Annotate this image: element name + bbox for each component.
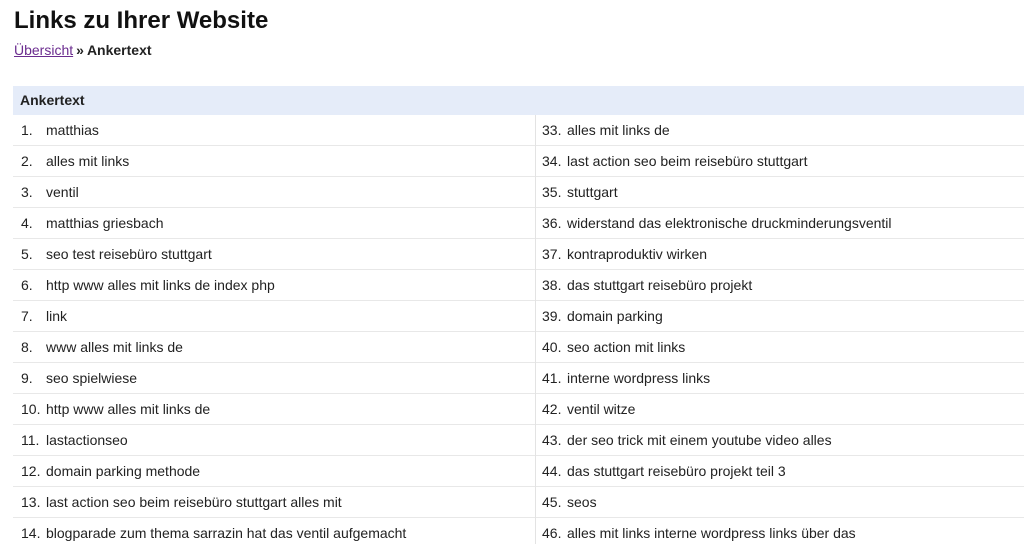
list-item: 3. ventil <box>13 177 535 208</box>
list-item: 35. stuttgart <box>536 177 1024 208</box>
list-item-number: 39. <box>542 308 562 324</box>
list-item-number: 7. <box>21 308 33 324</box>
breadcrumb-separator: » <box>76 42 84 58</box>
anchor-text-column-left: 1. matthias 2. alles mit links 3. ventil 4. mat… <box>13 115 536 544</box>
list-item-anchor-text: ventil witze <box>567 401 636 417</box>
list-item-number: 41. <box>542 370 562 386</box>
list-item: 40. seo action mit links <box>536 332 1024 363</box>
list-item-anchor-text: http www alles mit links de <box>46 401 211 417</box>
list-item-anchor-text: last action seo beim reisebüro stuttgart… <box>46 494 342 510</box>
list-item-anchor-text: domain parking methode <box>46 463 201 479</box>
list-item-number: 34. <box>542 153 562 169</box>
list-item: 8. www alles mit links de <box>13 332 535 363</box>
list-item-anchor-text: last action seo beim reisebüro stuttgart <box>567 153 808 169</box>
list-item: 34. last action seo beim reisebüro stuttg… <box>536 146 1024 177</box>
list-item-anchor-text: matthias griesbach <box>46 215 164 231</box>
list-item: 10. http www alles mit links de <box>13 394 535 425</box>
list-item: 9. seo spielwiese <box>13 363 535 394</box>
list-item: 14. blogparade zum thema sarrazin hat das… <box>13 518 535 544</box>
list-item: 11. lastactionseo <box>13 425 535 456</box>
list-item-number: 1. <box>21 122 33 138</box>
list-item: 46. alles mit links interne wordpress lin… <box>536 518 1024 544</box>
list-item-anchor-text: interne wordpress links <box>567 370 711 386</box>
list-item-number: 33. <box>542 122 562 138</box>
list-item-number: 12. <box>21 463 41 479</box>
list-item-number: 10. <box>21 401 41 417</box>
list-item-anchor-text: matthias <box>46 122 99 138</box>
list-item-anchor-text: seo action mit links <box>567 339 686 355</box>
list-item-number: 45. <box>542 494 562 510</box>
list-item-number: 6. <box>21 277 33 293</box>
list-item-number: 40. <box>542 339 562 355</box>
list-item-anchor-text: alles mit links de <box>567 122 670 138</box>
list-item-number: 44. <box>542 463 562 479</box>
table-header: Ankertext <box>13 86 1024 115</box>
list-item-anchor-text: der seo trick mit einem youtube video al… <box>567 432 832 448</box>
list-item-number: 13. <box>21 494 41 510</box>
list-item: 2. alles mit links <box>13 146 535 177</box>
list-item-anchor-text: kontraproduktiv wirken <box>567 246 708 262</box>
list-item: 43. der seo trick mit einem youtube video… <box>536 425 1024 456</box>
page-title: Links zu Ihrer Website <box>14 7 269 34</box>
list-item: 39. domain parking <box>536 301 1024 332</box>
list-item: 33. alles mit links de <box>536 115 1024 146</box>
list-item-anchor-text: stuttgart <box>567 184 618 200</box>
list-item-anchor-text: das stuttgart reisebüro projekt teil 3 <box>567 463 786 479</box>
list-item: 45. seos <box>536 487 1024 518</box>
list-item-anchor-text: http www alles mit links de index php <box>46 277 275 293</box>
breadcrumb-link-uebersicht[interactable]: Übersicht <box>14 42 73 58</box>
list-item-number: 8. <box>21 339 33 355</box>
list-item-anchor-text: widerstand das elektronische druckminder… <box>567 215 892 231</box>
list-item-number: 3. <box>21 184 33 200</box>
list-item-number: 43. <box>542 432 562 448</box>
breadcrumb-current: Ankertext <box>86 42 152 58</box>
list-item-anchor-text: link <box>46 308 68 324</box>
list-item: 38. das stuttgart reisebüro projekt <box>536 270 1024 301</box>
list-item: 44. das stuttgart reisebüro projekt teil … <box>536 456 1024 487</box>
list-item-anchor-text: seos <box>567 494 597 510</box>
list-item-anchor-text: lastactionseo <box>46 432 128 448</box>
list-item-number: 11. <box>21 432 40 448</box>
list-item: 4. matthias griesbach <box>13 208 535 239</box>
breadcrumb: Übersicht» Ankertext <box>14 41 152 59</box>
list-item-number: 9. <box>21 370 33 386</box>
list-item-anchor-text: alles mit links <box>46 153 130 169</box>
list-item-number: 46. <box>542 525 562 541</box>
anchor-text-column-right: 33. alles mit links de 34. last action seo … <box>536 115 1024 544</box>
list-item-number: 14. <box>21 525 41 541</box>
list-item: 7. link <box>13 301 535 332</box>
list-item-number: 2. <box>21 153 33 169</box>
list-item-anchor-text: seo spielwiese <box>46 370 138 386</box>
list-item: 42. ventil witze <box>536 394 1024 425</box>
list-item: 41. interne wordpress links <box>536 363 1024 394</box>
list-item-number: 38. <box>542 277 562 293</box>
list-item-number: 5. <box>21 246 33 262</box>
list-item: 5. seo test reisebüro stuttgart <box>13 239 535 270</box>
list-item: 1. matthias <box>13 115 535 146</box>
list-item-anchor-text: domain parking <box>567 308 663 324</box>
list-item: 36. widerstand das elektronische druckmin… <box>536 208 1024 239</box>
list-item-anchor-text: www alles mit links de <box>46 339 183 355</box>
list-item-anchor-text: ventil <box>46 184 79 200</box>
list-item-anchor-text: alles mit links interne wordpress links … <box>567 525 856 541</box>
list-item: 13. last action seo beim reisebüro stuttg… <box>13 487 535 518</box>
list-item-anchor-text: das stuttgart reisebüro projekt <box>567 277 753 293</box>
list-item-number: 36. <box>542 215 562 231</box>
list-item: 6. http www alles mit links de index php <box>13 270 535 301</box>
list-item-anchor-text: seo test reisebüro stuttgart <box>46 246 212 262</box>
page: Links zu Ihrer Website Übersicht» Ankerte… <box>0 0 1024 544</box>
list-item-anchor-text: blogparade zum thema sarrazin hat das ve… <box>46 525 407 541</box>
list-item: 12. domain parking methode <box>13 456 535 487</box>
list-item-number: 4. <box>21 215 33 231</box>
list-item-number: 42. <box>542 401 562 417</box>
list-item-number: 35. <box>542 184 562 200</box>
list-item-number: 37. <box>542 246 562 262</box>
list-item: 37. kontraproduktiv wirken <box>536 239 1024 270</box>
